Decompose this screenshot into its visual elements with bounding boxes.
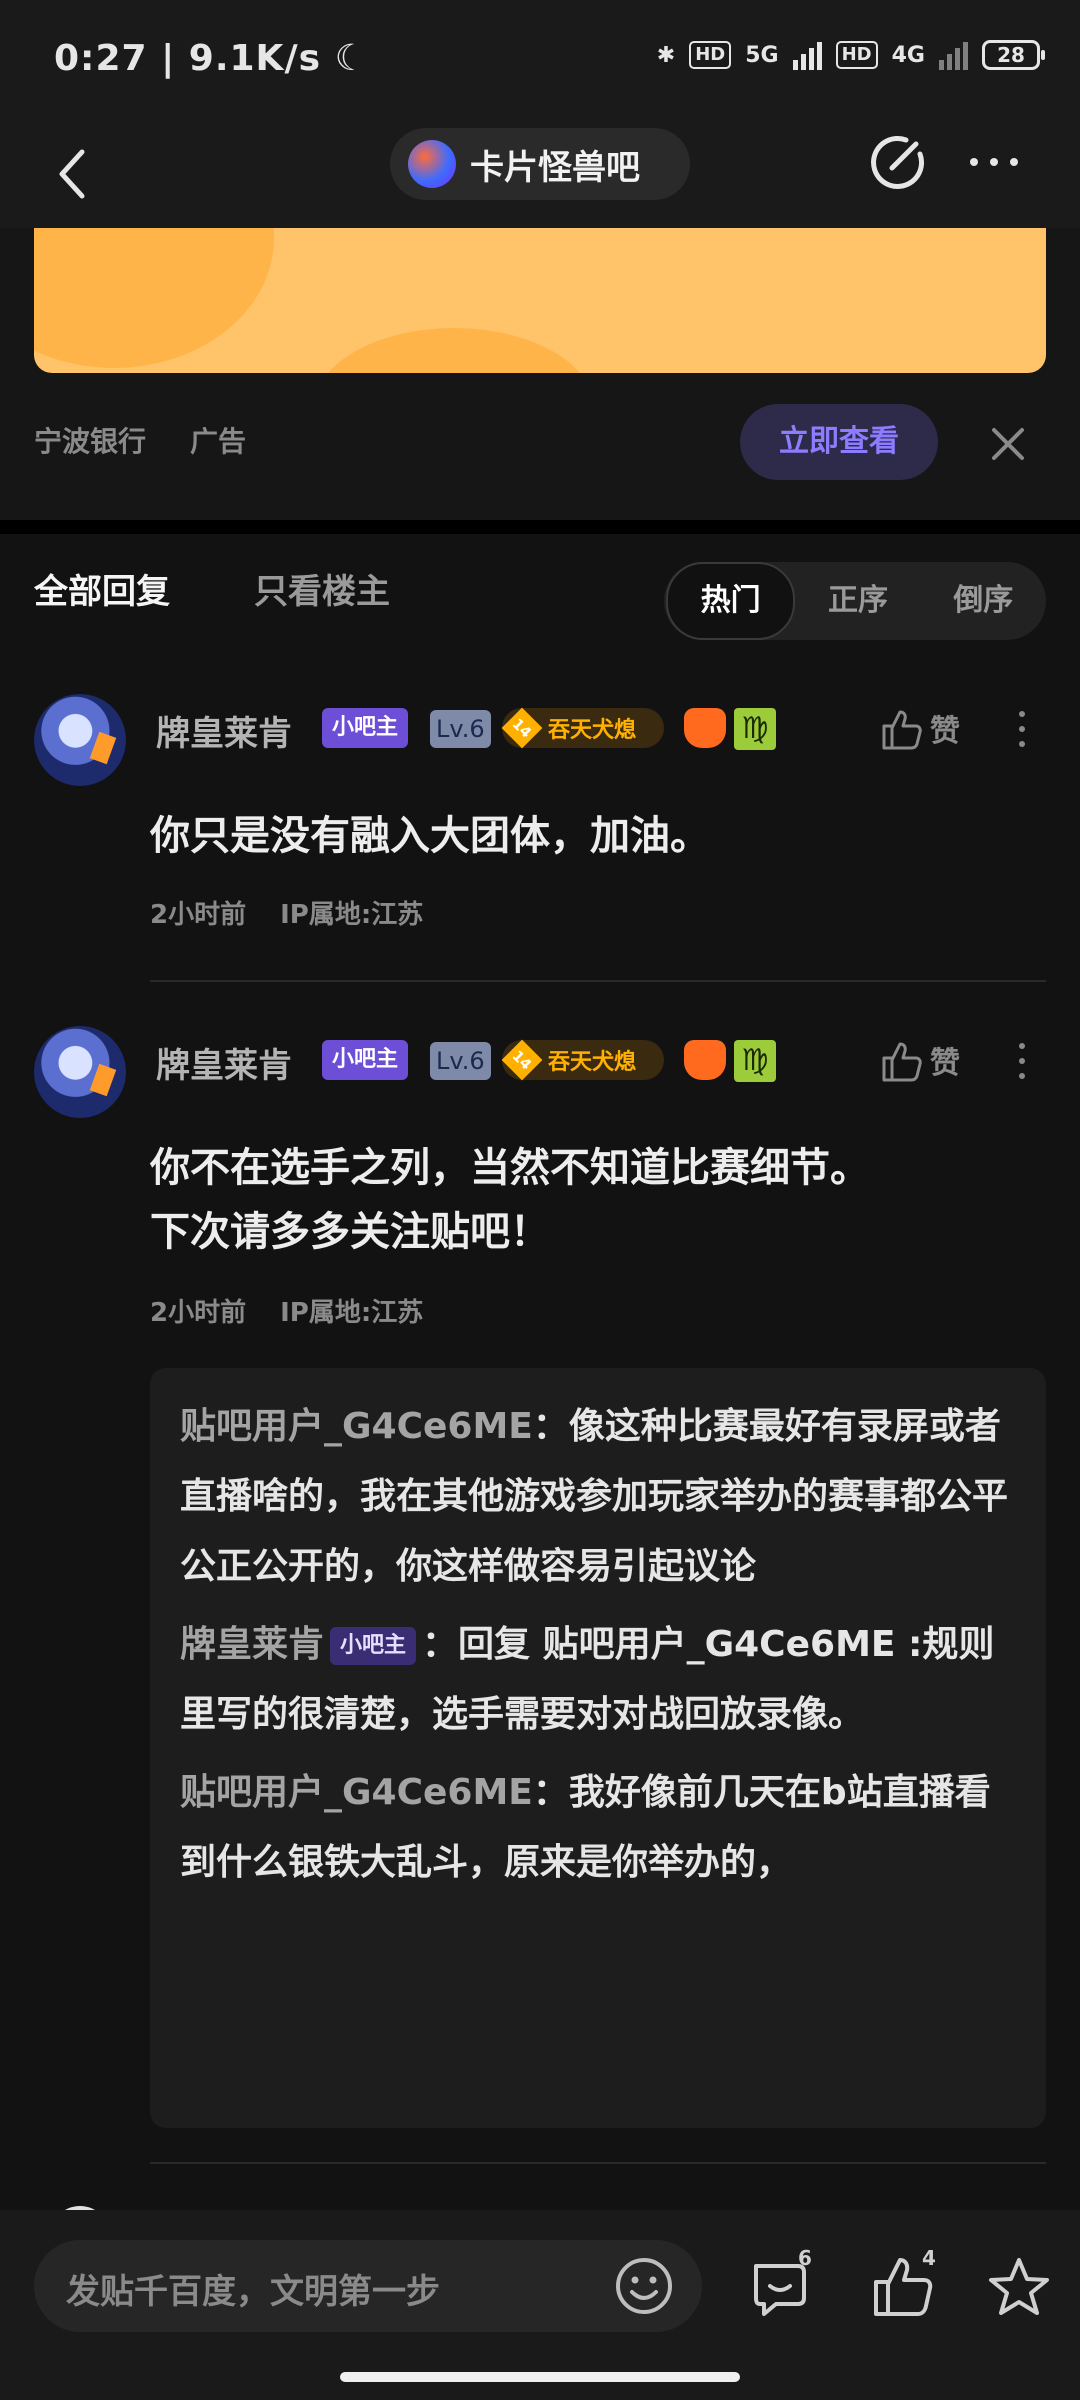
signal-icon-1	[792, 40, 822, 70]
comment-divider	[150, 2162, 1046, 2164]
sub-reply-colon: ：	[532, 1772, 569, 1813]
moderator-badge: 小吧主	[322, 1040, 409, 1080]
sub-reply-item[interactable]: 贴吧用户_G4Ce6ME：我好像前几天在b站直播看到什么银铁大乱斗，原来是你举办…	[180, 1758, 1016, 1898]
sort-toggle: 热门 正序 倒序	[664, 562, 1046, 640]
ad-view-button[interactable]: 立即查看	[740, 404, 938, 480]
moderator-badge: 小吧主	[322, 708, 409, 748]
title-badge: 14 吞天犬熄	[501, 707, 664, 749]
ad-section: 宁波银行 广告 立即查看	[0, 228, 1080, 520]
comment-more-icon[interactable]	[1010, 1038, 1034, 1084]
sort-ascending[interactable]: 正序	[795, 564, 920, 638]
star-favorite-icon[interactable]	[984, 2252, 1054, 2322]
sub-reply-item[interactable]: 贴吧用户_G4Ce6ME：像这种比赛最好有录屏或者直播啥的，我在其他游戏参加玩家…	[180, 1392, 1016, 1602]
sub-reply-user[interactable]: 牌皇莱肯	[180, 1624, 324, 1665]
virgo-icon: ♍	[734, 708, 776, 750]
comment-more-icon[interactable]	[1010, 706, 1034, 752]
like-label[interactable]: 赞	[930, 1038, 960, 1082]
forum-title-pill[interactable]: 卡片怪兽吧	[390, 128, 690, 200]
forum-name: 卡片怪兽吧	[470, 147, 640, 188]
title-text: 吞天犬熄	[548, 718, 637, 743]
avatar[interactable]	[34, 1026, 126, 1118]
hd-badge-1: HD	[689, 41, 732, 69]
comment-username[interactable]: 牌皇莱肯	[156, 1038, 292, 1087]
reply-filter-bar: 全部回复 只看楼主 热门 正序 倒序	[0, 534, 1080, 654]
comment-text: 你只是没有融入大团体，加油。	[150, 813, 710, 859]
home-indicator[interactable]	[340, 2372, 740, 2382]
comment-time: 2小时前	[150, 900, 247, 930]
network-4g-label: 4G	[891, 42, 925, 68]
comment-meta: 2小时前 IP属地:江苏	[150, 1292, 423, 1329]
signal-icon-2	[939, 40, 968, 70]
section-divider	[0, 520, 1080, 534]
close-icon[interactable]	[984, 420, 1032, 468]
like-count: 4	[922, 2246, 936, 2270]
status-net-speed: 9.1K/s	[188, 38, 322, 79]
thumbs-up-icon[interactable]	[878, 1038, 924, 1084]
game-controller-icon	[684, 708, 726, 748]
comment-text-line: 你不在选手之列，当然不知道比赛细节。	[150, 1145, 870, 1191]
title-level: 14	[501, 1039, 543, 1081]
sub-reply-user[interactable]: 贴吧用户_G4Ce6ME	[180, 1406, 533, 1447]
virgo-icon: ♍	[734, 1040, 776, 1082]
comment-time: 2小时前	[150, 1298, 247, 1328]
edit-post-icon[interactable]	[868, 132, 928, 192]
reply-input[interactable]: 发贴千百度，文明第一步	[34, 2240, 702, 2332]
sub-reply-box[interactable]: 贴吧用户_G4Ce6ME：像这种比赛最好有录屏或者直播啥的，我在其他游戏参加玩家…	[150, 1368, 1046, 2128]
moon-icon: ☾	[334, 38, 368, 79]
top-nav: 卡片怪兽吧	[0, 120, 1080, 228]
like-label[interactable]: 赞	[930, 706, 960, 750]
status-time-speed: 0:27 | 9.1K/s ☾	[54, 38, 368, 79]
comment-text-line: 下次请多多关注贴吧！	[150, 1209, 550, 1255]
level-badge: Lv.6	[430, 1042, 491, 1080]
sort-descending[interactable]: 倒序	[921, 564, 1046, 638]
hd-badge-2: HD	[835, 41, 878, 69]
comment-ip: IP属地:江苏	[280, 1298, 424, 1328]
comment-divider	[150, 980, 1046, 982]
title-level: 14	[501, 707, 543, 749]
sub-reply-user[interactable]: 贴吧用户_G4Ce6ME	[180, 1772, 533, 1813]
title-text: 吞天犬熄	[548, 1050, 637, 1075]
comment-item: 牌皇莱肯 小吧主 Lv.6 14 吞天犬熄 ♍ 赞 你只是没有融入大团体，加油。…	[0, 694, 1080, 984]
reply-placeholder: 发贴千百度，文明第一步	[66, 2272, 440, 2312]
comment-ip: IP属地:江苏	[280, 900, 424, 930]
ad-shape	[34, 228, 274, 368]
network-5g-label: 5G	[745, 42, 779, 68]
sort-hot[interactable]: 热门	[666, 562, 796, 640]
status-bar: 0:27 | 9.1K/s ☾ ✱ HD 5G HD 4G 28	[0, 0, 1080, 120]
more-options-icon[interactable]	[964, 132, 1024, 192]
comment-meta: 2小时前 IP属地:江苏	[150, 894, 423, 931]
tab-op-only[interactable]: 只看楼主	[254, 564, 390, 613]
ad-sponsor: 宁波银行	[34, 425, 147, 458]
avatar[interactable]	[34, 694, 126, 786]
ad-shape	[314, 328, 594, 373]
comment-username[interactable]: 牌皇莱肯	[156, 706, 292, 755]
comment-count: 6	[798, 2246, 812, 2270]
title-badge: 14 吞天犬熄	[501, 1039, 664, 1081]
level-badge: Lv.6	[430, 710, 491, 748]
status-time: 0:27	[54, 38, 148, 79]
sub-reply-colon: ：	[532, 1406, 569, 1447]
ad-banner-image[interactable]	[34, 228, 1046, 373]
sub-reply-colon: ：	[422, 1624, 459, 1665]
moderator-badge: 小吧主	[330, 1627, 417, 1665]
emoji-icon[interactable]	[614, 2256, 674, 2316]
status-icons: ✱ HD 5G HD 4G 28	[656, 40, 1045, 70]
bluetooth-icon: ✱	[656, 42, 676, 68]
ad-label: 广告	[190, 425, 247, 458]
tab-all-replies[interactable]: 全部回复	[34, 564, 170, 613]
game-controller-icon	[684, 1040, 726, 1080]
status-divider: |	[161, 38, 189, 79]
battery-icon: 28	[982, 40, 1045, 70]
sub-reply-item[interactable]: 牌皇莱肯 小吧主 ：回复 贴吧用户_G4Ce6ME :规则里写的很清楚，选手需要对对…	[180, 1610, 1016, 1750]
thumbs-up-icon[interactable]	[878, 706, 924, 752]
back-arrow-icon[interactable]	[48, 142, 108, 206]
forum-logo-icon	[408, 140, 456, 188]
